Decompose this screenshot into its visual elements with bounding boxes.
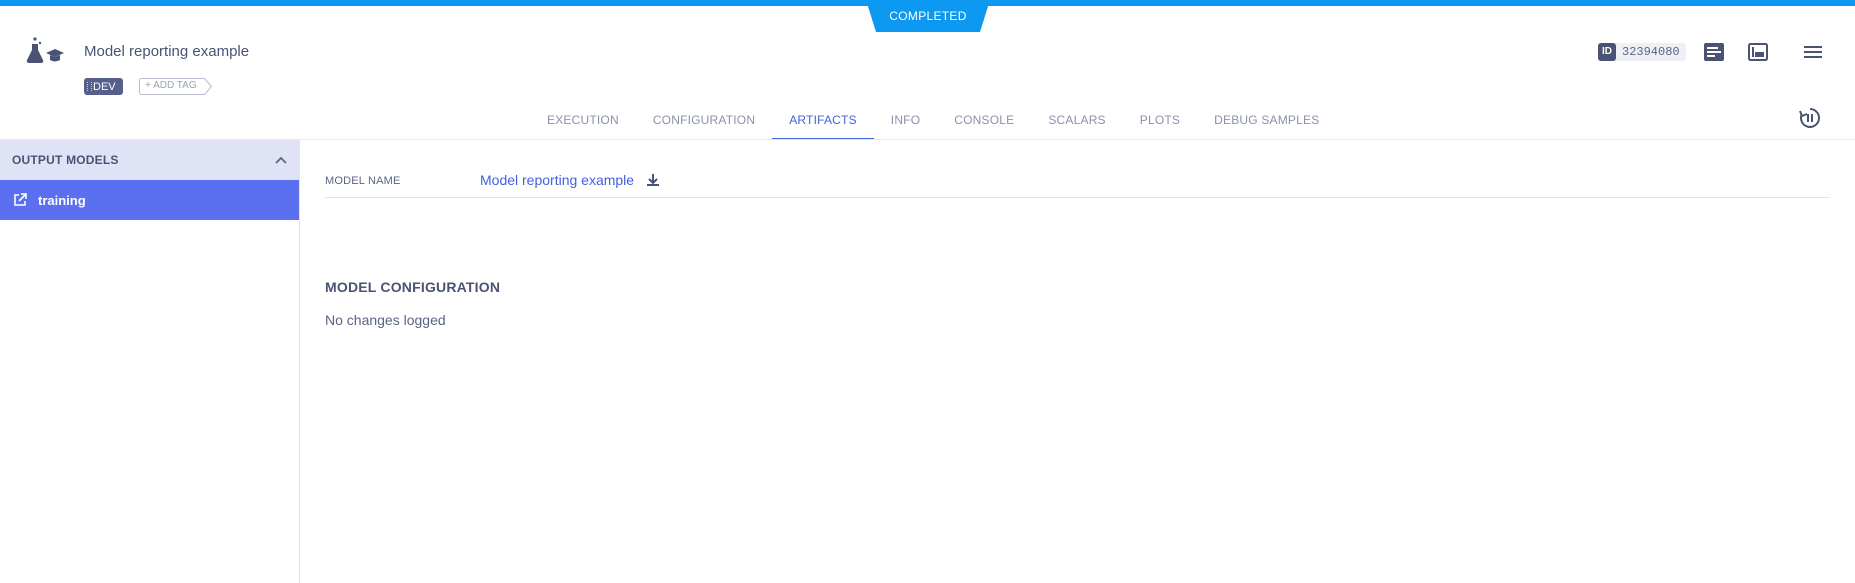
details-icon[interactable] <box>1702 41 1726 63</box>
sidebar-item-label: training <box>38 192 86 208</box>
tab-console[interactable]: CONSOLE <box>937 100 1031 140</box>
add-tag-label: + ADD TAG <box>145 80 197 91</box>
layout-icon[interactable] <box>1746 41 1770 63</box>
model-name-link[interactable]: Model reporting example <box>480 172 634 188</box>
id-label: ID <box>1598 43 1616 61</box>
sidebar-item-training[interactable]: training <box>0 180 299 220</box>
add-tag-button[interactable]: + ADD TAG <box>139 78 213 95</box>
tab-execution[interactable]: EXECUTION <box>530 100 636 140</box>
external-link-icon <box>14 193 27 206</box>
task-type-icon <box>24 36 66 68</box>
id-value: 32394080 <box>1622 45 1680 59</box>
tag-dev[interactable]: DEV <box>84 78 123 95</box>
task-title: Model reporting example <box>84 43 250 60</box>
tab-bar: EXECUTION CONFIGURATION ARTIFACTS INFO C… <box>530 100 1336 140</box>
output-models-sidebar: OUTPUT MODELS training <box>0 140 300 583</box>
model-name-row: MODEL NAME Model reporting example <box>325 172 1830 198</box>
tab-plots[interactable]: PLOTS <box>1123 100 1197 140</box>
menu-icon[interactable] <box>1801 41 1825 63</box>
status-label: COMPLETED <box>889 9 967 23</box>
tab-scalars[interactable]: SCALARS <box>1031 100 1122 140</box>
tab-configuration[interactable]: CONFIGURATION <box>636 100 772 140</box>
task-id-badge[interactable]: ID 32394080 <box>1598 43 1686 61</box>
chevron-up-icon[interactable] <box>273 152 289 168</box>
tab-info[interactable]: INFO <box>874 100 937 140</box>
output-models-title: OUTPUT MODELS <box>12 153 119 167</box>
tab-artifacts[interactable]: ARTIFACTS <box>772 100 874 140</box>
model-name-label: MODEL NAME <box>325 175 401 187</box>
status-badge: COMPLETED <box>866 0 990 32</box>
model-configuration-title: MODEL CONFIGURATION <box>325 279 501 295</box>
tab-debug-samples[interactable]: DEBUG SAMPLES <box>1197 100 1336 140</box>
output-models-header[interactable]: OUTPUT MODELS <box>0 140 299 180</box>
download-icon[interactable] <box>645 172 661 188</box>
auto-refresh-icon[interactable] <box>1798 106 1822 130</box>
model-configuration-empty: No changes logged <box>325 312 446 328</box>
